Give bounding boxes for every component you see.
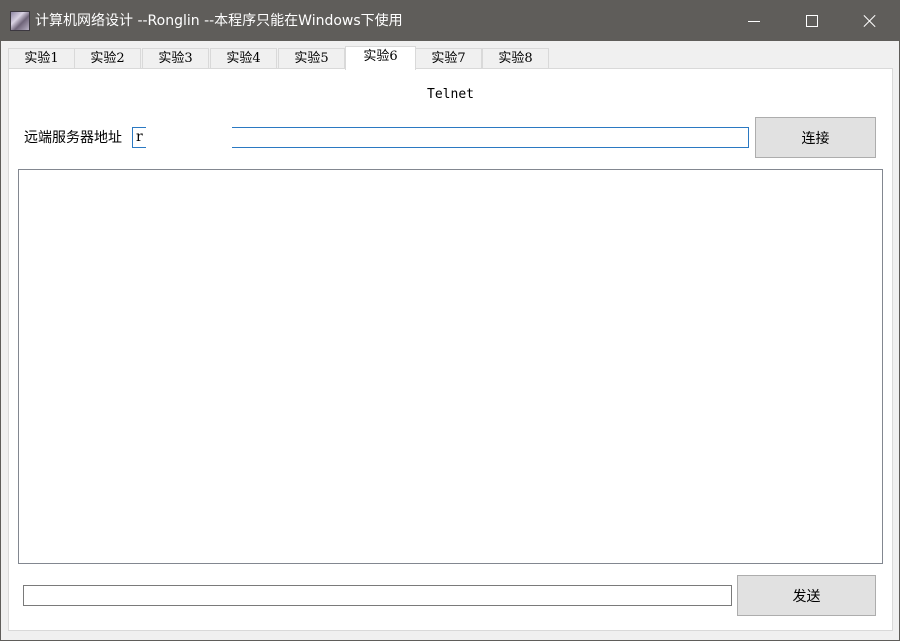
tab-experiment-8[interactable]: 实验8 <box>482 48 549 69</box>
server-address-input[interactable]: r <box>132 127 749 148</box>
tab-experiment-5[interactable]: 实验5 <box>278 48 345 69</box>
send-button[interactable]: 发送 <box>737 575 876 616</box>
tab-experiment-1[interactable]: 实验1 <box>8 48 75 69</box>
tab-experiment-7[interactable]: 实验7 <box>415 48 482 69</box>
tab-experiment-2[interactable]: 实验2 <box>74 48 141 69</box>
tab-experiment-6[interactable]: 实验6 <box>345 46 416 70</box>
tab-panel: Telnet 远端服务器地址 r 连接 发送 <box>8 68 893 631</box>
minimize-icon <box>748 20 760 22</box>
title-bar[interactable]: 计算机网络设计 --Ronglin --本程序只能在Windows下使用 <box>1 1 899 41</box>
input-overlap-gap <box>146 127 232 148</box>
minimize-button[interactable] <box>725 1 783 41</box>
tab-experiment-3[interactable]: 实验3 <box>142 48 209 69</box>
server-address-label: 远端服务器地址 <box>24 130 122 146</box>
app-icon <box>10 11 30 31</box>
tab-experiment-4[interactable]: 实验4 <box>210 48 277 69</box>
telnet-output-area[interactable] <box>18 169 883 564</box>
server-address-value: r <box>136 129 143 145</box>
close-button[interactable] <box>841 1 899 41</box>
maximize-icon <box>806 15 818 27</box>
close-icon <box>863 14 877 28</box>
window-title: 计算机网络设计 --Ronglin --本程序只能在Windows下使用 <box>35 13 403 29</box>
maximize-button[interactable] <box>783 1 841 41</box>
connect-button[interactable]: 连接 <box>755 117 876 158</box>
send-input[interactable] <box>23 585 732 606</box>
panel-heading: Telnet <box>427 87 474 102</box>
app-window: 计算机网络设计 --Ronglin --本程序只能在Windows下使用 实验1… <box>0 0 900 641</box>
